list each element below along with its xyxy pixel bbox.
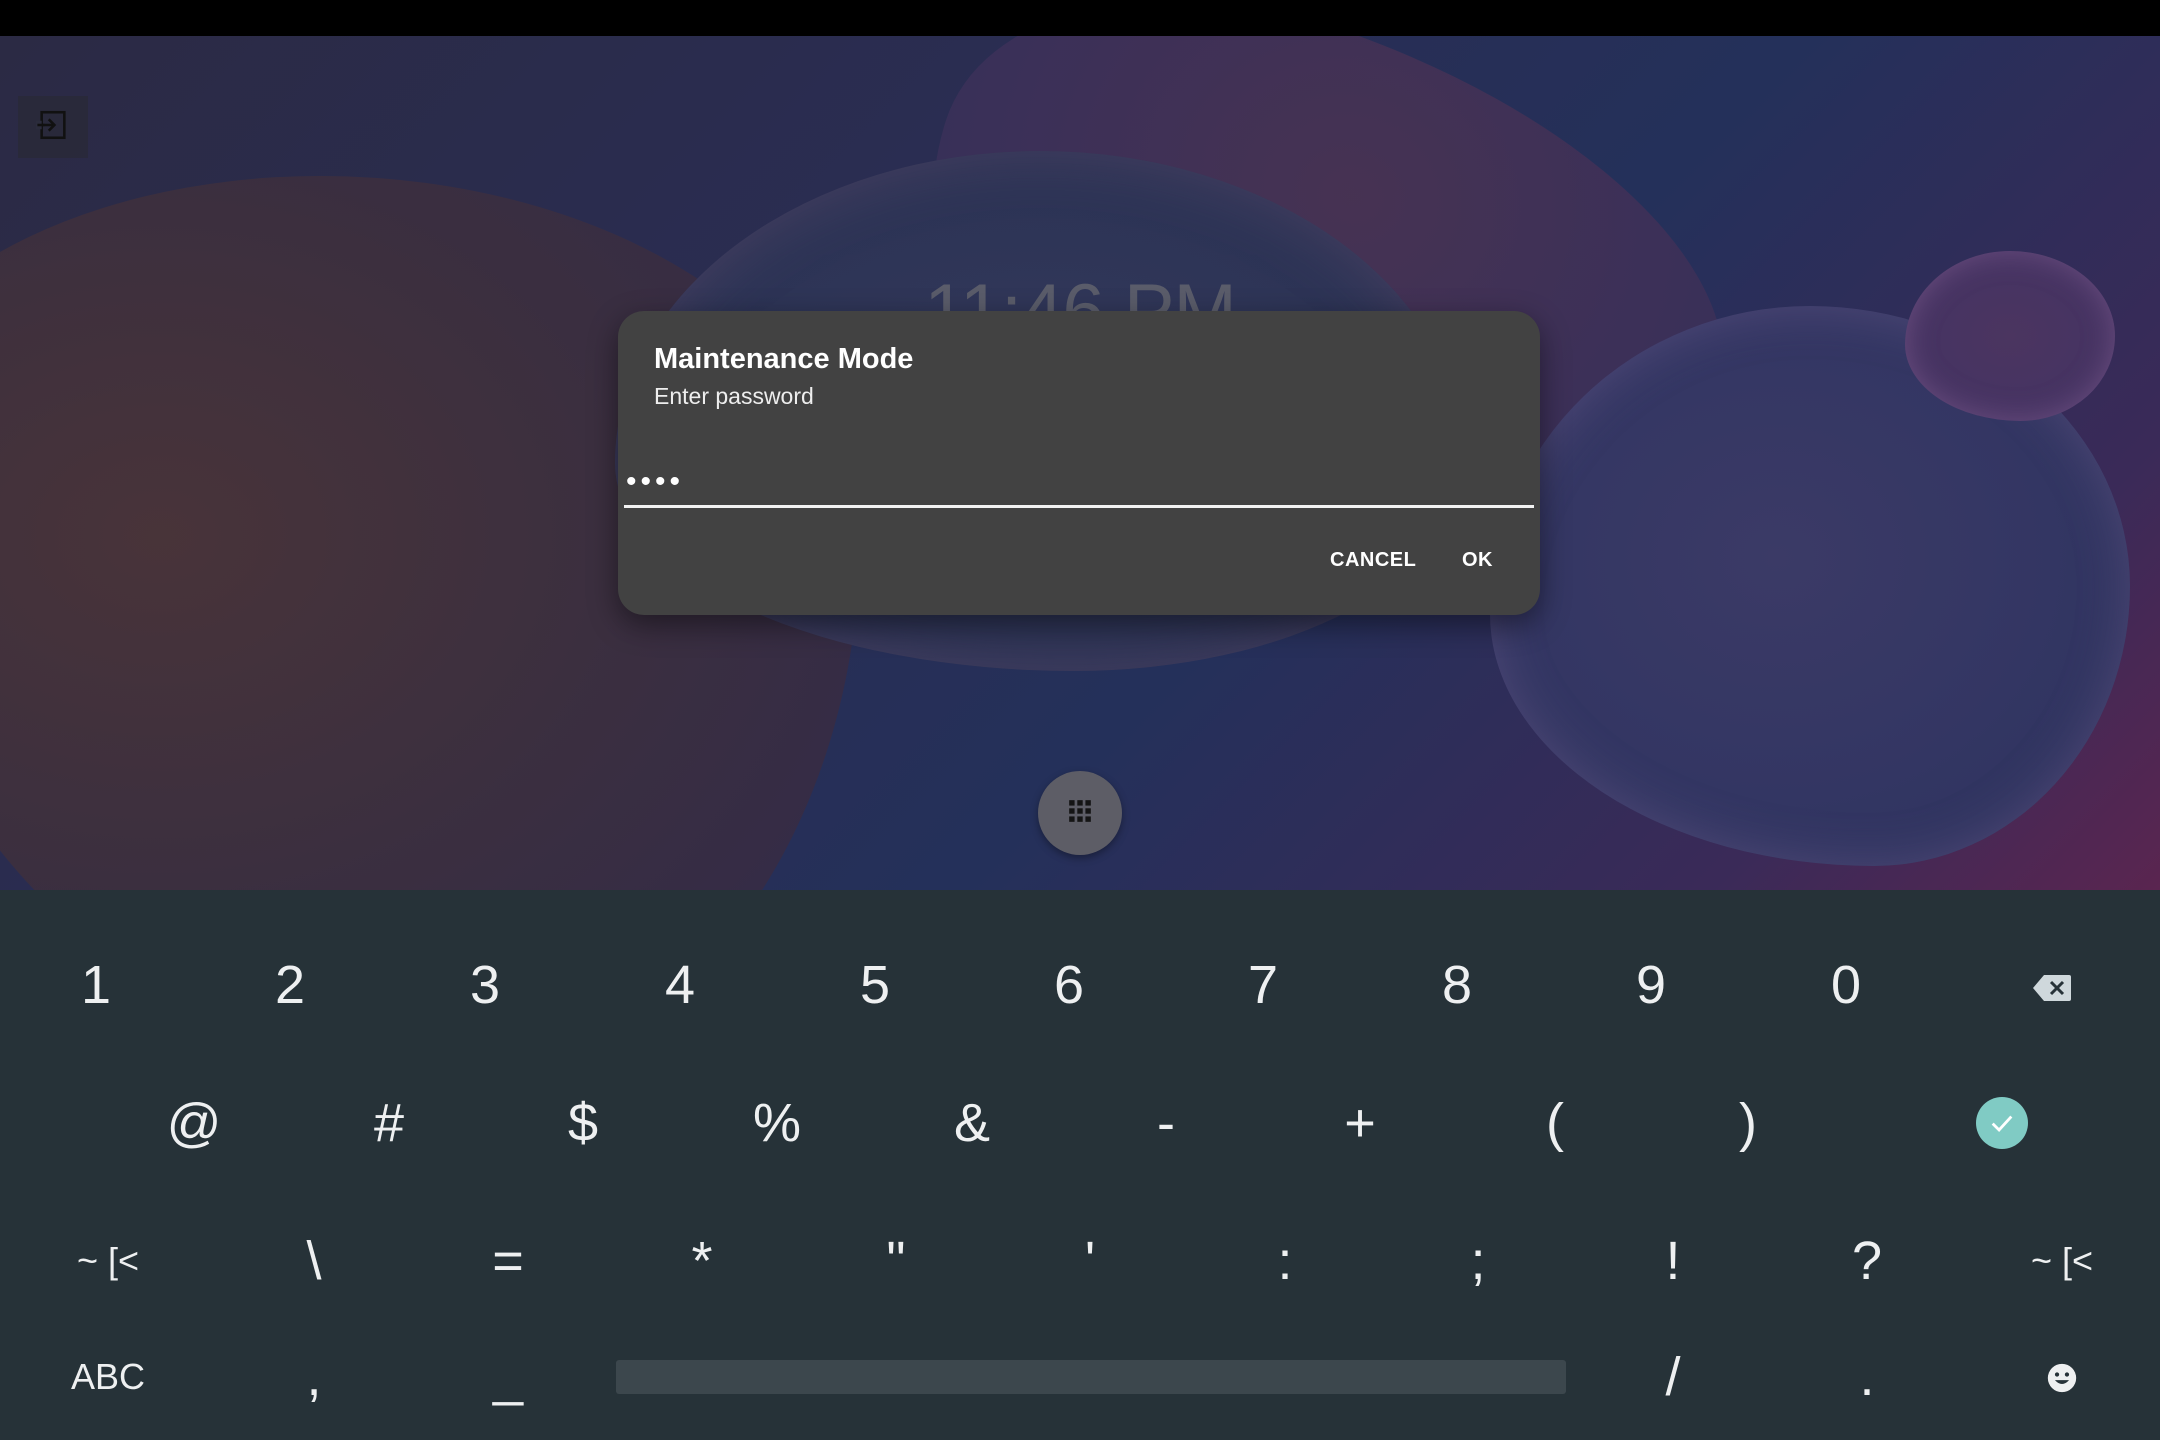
key-0[interactable]: 0 xyxy=(1796,916,1896,1054)
key-4[interactable]: 4 xyxy=(630,916,730,1054)
app-drawer-button[interactable] xyxy=(1038,771,1122,855)
key-minus[interactable]: - xyxy=(1116,1054,1216,1192)
key-at[interactable]: @ xyxy=(144,1054,244,1192)
enter-key[interactable] xyxy=(1950,1054,2054,1192)
grid-icon xyxy=(1067,798,1093,829)
exit-to-app-icon xyxy=(36,108,70,147)
emoji-icon xyxy=(2045,1346,2079,1408)
maintenance-dialog: Maintenance Mode Enter password •••• CAN… xyxy=(618,311,1540,615)
backspace-icon xyxy=(2032,954,2072,1016)
ok-button[interactable]: OK xyxy=(1462,549,1493,572)
abc-key[interactable]: ABC xyxy=(48,1308,168,1440)
key-percent[interactable]: % xyxy=(727,1054,827,1192)
key-ampersand[interactable]: & xyxy=(922,1054,1022,1192)
key-open-paren[interactable]: ( xyxy=(1505,1054,1605,1192)
key-3[interactable]: 3 xyxy=(435,916,535,1054)
key-8[interactable]: 8 xyxy=(1407,916,1507,1054)
on-screen-keyboard: 1 2 3 4 5 6 7 8 9 0 @ # $ % & - + () ~ … xyxy=(0,890,2160,1440)
status-bar xyxy=(0,0,2160,36)
emoji-key[interactable] xyxy=(2012,1308,2112,1440)
key-slash[interactable]: / xyxy=(1623,1308,1723,1440)
key-comma[interactable]: , xyxy=(264,1308,364,1440)
key-hash[interactable]: # xyxy=(339,1054,439,1192)
cancel-button[interactable]: CANCEL xyxy=(1330,549,1416,572)
key-7[interactable]: 7 xyxy=(1213,916,1313,1054)
screen: 11:46 PM Maintenance Mode Enter password… xyxy=(0,0,2160,1440)
check-icon xyxy=(1976,1097,2028,1149)
key-2[interactable]: 2 xyxy=(240,916,340,1054)
dialog-title: Maintenance Mode xyxy=(654,343,914,375)
key-9[interactable]: 9 xyxy=(1601,916,1701,1054)
password-value: •••• xyxy=(626,465,685,498)
key-5[interactable]: 5 xyxy=(825,916,925,1054)
key-underscore[interactable]: _ xyxy=(458,1308,558,1440)
key-6[interactable]: 6 xyxy=(1019,916,1119,1054)
backspace-key[interactable] xyxy=(1990,916,2114,1054)
dialog-message: Enter password xyxy=(654,383,814,409)
exit-button[interactable] xyxy=(18,96,88,158)
keyboard-row-numbers: 1 2 3 4 5 6 7 8 9 0 xyxy=(0,916,2160,1054)
key-plus[interactable]: + xyxy=(1310,1054,1410,1192)
keyboard-row-symbols-1: @ # $ % & - + ( ) xyxy=(0,1054,2160,1192)
key-1[interactable]: 1 xyxy=(46,916,146,1054)
key-dollar[interactable]: $ xyxy=(533,1054,633,1192)
key-close-paren[interactable]: ) xyxy=(1698,1054,1798,1192)
key-period[interactable]: . xyxy=(1817,1308,1917,1440)
space-key[interactable] xyxy=(616,1360,1566,1394)
password-field[interactable]: •••• xyxy=(624,465,1534,508)
